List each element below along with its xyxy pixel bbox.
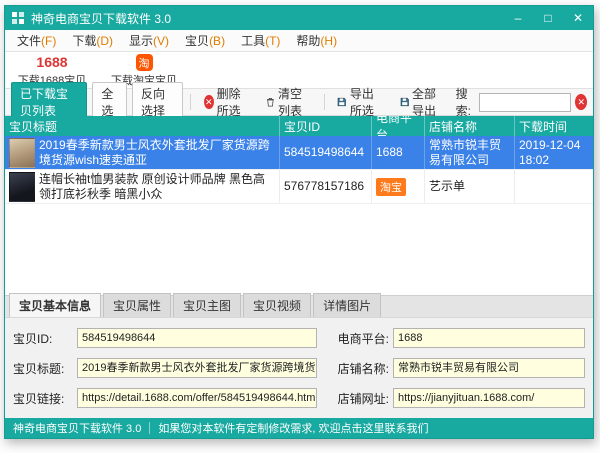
product-platform-badge: 淘宝	[376, 178, 406, 196]
menu-hotkey: (F)	[41, 34, 56, 48]
toolbar-separator	[190, 94, 191, 110]
export-selected-label: 导出所选	[350, 85, 383, 119]
shop-name: 常熟市锐丰贸易有限公司	[429, 138, 510, 168]
table-row[interactable]: 连帽长袖t恤男装款 原创设计师品牌 黑色高领打底衫秋季 暗黑小众 5767781…	[5, 170, 593, 204]
product-title: 连帽长袖t恤男装款 原创设计师品牌 黑色高领打底衫秋季 暗黑小众	[39, 172, 275, 202]
platform-label: 电商平台:	[338, 330, 389, 347]
app-icon	[11, 11, 25, 25]
menu-label: 帮助	[296, 34, 320, 48]
close-button[interactable]: ✕	[563, 6, 593, 30]
menu-item-view[interactable]: 显示(V)	[121, 30, 177, 51]
search-zone: 搜索: ✕	[456, 85, 587, 119]
item-id-label: 宝贝ID:	[13, 330, 73, 347]
basic-info-panel: 宝贝ID: 584519498644 电商平台: 1688 宝贝标题: 2019…	[5, 317, 593, 418]
clear-list-label: 清空列表	[278, 85, 311, 119]
shop-url-label: 店铺网址:	[338, 390, 389, 407]
tab-video[interactable]: 宝贝视频	[243, 293, 311, 317]
menu-item-download[interactable]: 下载(D)	[64, 30, 121, 51]
table-header: 宝贝标题 宝贝ID 电商平台 店铺名称 下载时间	[5, 116, 593, 136]
header-time[interactable]: 下载时间	[515, 116, 593, 136]
delete-selected-label: 删除所选	[217, 85, 250, 119]
item-title-label: 宝贝标题:	[13, 360, 73, 377]
menu-hotkey: (D)	[96, 34, 113, 48]
logo-1688-icon: 1688	[36, 54, 67, 71]
product-table: 宝贝标题 宝贝ID 电商平台 店铺名称 下载时间 2019春季新款男士风衣外套批…	[5, 116, 593, 295]
tab-detail-images[interactable]: 详情图片	[313, 293, 381, 317]
menu-item-item[interactable]: 宝贝(B)	[177, 30, 233, 51]
shop-name: 艺示单	[429, 179, 465, 194]
title-bar: 神奇电商宝贝下载软件 3.0 – □ ✕	[5, 6, 593, 30]
search-label: 搜索:	[456, 85, 476, 119]
shop-name-label: 店铺名称:	[338, 360, 389, 377]
header-id[interactable]: 宝贝ID	[280, 116, 372, 136]
delete-icon: ✕	[204, 95, 214, 109]
export-all-label: 全部导出	[412, 85, 445, 119]
maximize-button[interactable]: □	[533, 6, 563, 30]
download-time: 2019-12-04 18:02	[519, 138, 589, 168]
search-input[interactable]	[479, 93, 571, 112]
product-id: 576778157186	[284, 179, 364, 194]
status-bar: 神奇电商宝贝下载软件 3.0 如果您对本软件有定制修改需求, 欢迎点击这里联系我…	[5, 418, 593, 438]
menu-item-file[interactable]: 文件(F)	[9, 30, 64, 51]
header-platform[interactable]: 电商平台	[372, 116, 425, 136]
header-title[interactable]: 宝贝标题	[5, 116, 280, 136]
tab-basic-info[interactable]: 宝贝基本信息	[9, 293, 101, 317]
product-title: 2019春季新款男士风衣外套批发厂家货源跨境货源wish速卖通亚	[39, 138, 275, 168]
app-window: 神奇电商宝贝下载软件 3.0 – □ ✕ 文件(F) 下载(D) 显示(V) 宝…	[4, 5, 594, 439]
item-link-field[interactable]: https://detail.1688.com/offer/5845194986…	[77, 388, 317, 408]
product-thumbnail	[9, 138, 35, 168]
menu-hotkey: (H)	[320, 34, 337, 48]
tab-attributes[interactable]: 宝贝属性	[103, 293, 171, 317]
shop-name-field[interactable]: 常熟市锐丰贸易有限公司	[393, 358, 585, 378]
product-platform: 1688	[376, 145, 403, 160]
menu-item-help[interactable]: 帮助(H)	[288, 30, 345, 51]
menu-label: 工具	[241, 34, 265, 48]
tab-main-images[interactable]: 宝贝主图	[173, 293, 241, 317]
status-contact-link[interactable]: 如果您对本软件有定制修改需求, 欢迎点击这里联系我们	[158, 420, 428, 436]
product-thumbnail	[9, 172, 35, 202]
item-link-label: 宝贝链接:	[13, 390, 73, 407]
clear-search-icon[interactable]: ✕	[575, 94, 587, 110]
table-empty-area	[5, 204, 593, 295]
table-row[interactable]: 2019春季新款男士风衣外套批发厂家货源跨境货源wish速卖通亚 5845194…	[5, 136, 593, 170]
item-id-field[interactable]: 584519498644	[77, 328, 317, 348]
window-title: 神奇电商宝贝下载软件 3.0	[31, 10, 503, 27]
menu-label: 文件	[17, 34, 41, 48]
status-separator	[149, 422, 150, 434]
detail-tabbar: 宝贝基本信息 宝贝属性 宝贝主图 宝贝视频 详情图片	[5, 295, 593, 317]
menu-label: 宝贝	[185, 34, 209, 48]
menu-item-tools[interactable]: 工具(T)	[233, 30, 288, 51]
platform-field[interactable]: 1688	[393, 328, 585, 348]
action-toolbar: 已下载宝贝列表 全选 反向选择 ✕ 删除所选 清空列表 导出所选	[5, 89, 593, 116]
menu-hotkey: (V)	[153, 34, 169, 48]
menu-label: 显示	[129, 34, 153, 48]
menu-hotkey: (T)	[265, 34, 280, 48]
save-all-icon	[400, 95, 410, 109]
minimize-button[interactable]: –	[503, 6, 533, 30]
taobao-logo-icon: 淘	[136, 54, 153, 71]
trash-icon	[266, 95, 275, 109]
toolbar-separator	[324, 94, 325, 110]
save-icon	[337, 95, 347, 109]
shop-url-field[interactable]: https://jianyjituan.1688.com/	[393, 388, 585, 408]
product-id: 584519498644	[284, 145, 364, 160]
header-shop[interactable]: 店铺名称	[425, 116, 515, 136]
status-app-name: 神奇电商宝贝下载软件 3.0	[13, 420, 141, 436]
menu-hotkey: (B)	[209, 34, 225, 48]
menu-bar: 文件(F) 下载(D) 显示(V) 宝贝(B) 工具(T) 帮助(H)	[5, 30, 593, 52]
item-title-field[interactable]: 2019春季新款男士风衣外套批发厂家货源跨境货源wish速卖通亚	[77, 358, 317, 378]
menu-label: 下载	[72, 34, 96, 48]
